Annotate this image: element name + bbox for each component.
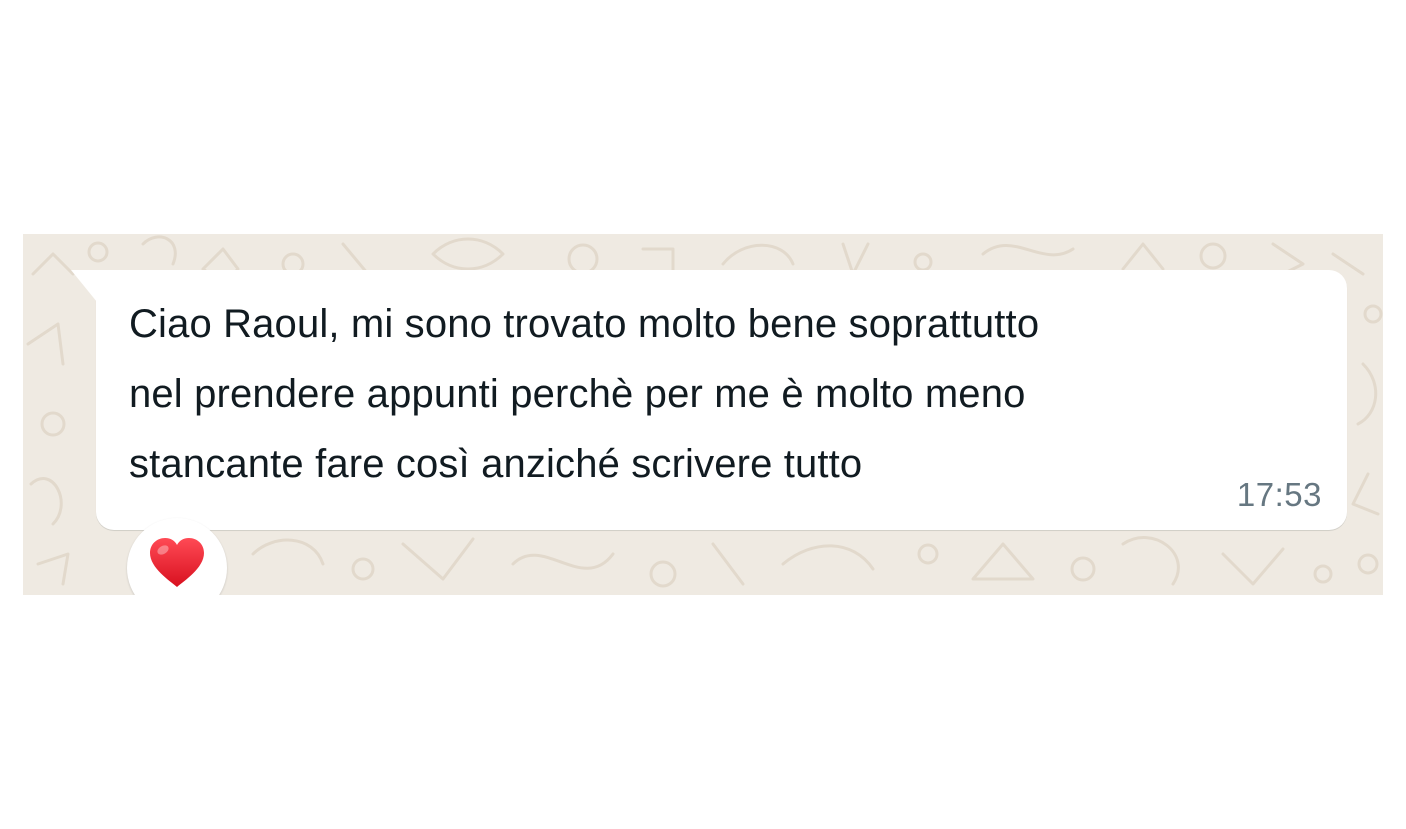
red-heart-icon	[150, 538, 204, 587]
message-line: nel prendere appunti perchè per me è mol…	[129, 372, 1026, 416]
message-bubble[interactable]: Ciao Raoul, mi sono trovato molto bene s…	[71, 270, 1347, 530]
bubble-tail	[71, 270, 97, 302]
message-text: Ciao Raoul, mi sono trovato molto bene s…	[129, 289, 1329, 499]
message-line: Ciao Raoul, mi sono trovato molto bene s…	[129, 302, 1040, 346]
message-timestamp: 17:53	[1236, 476, 1322, 513]
chat-background: Ciao Raoul, mi sono trovato molto bene s…	[23, 234, 1383, 595]
message-line: stancante fare così anziché scrivere tut…	[129, 442, 863, 486]
